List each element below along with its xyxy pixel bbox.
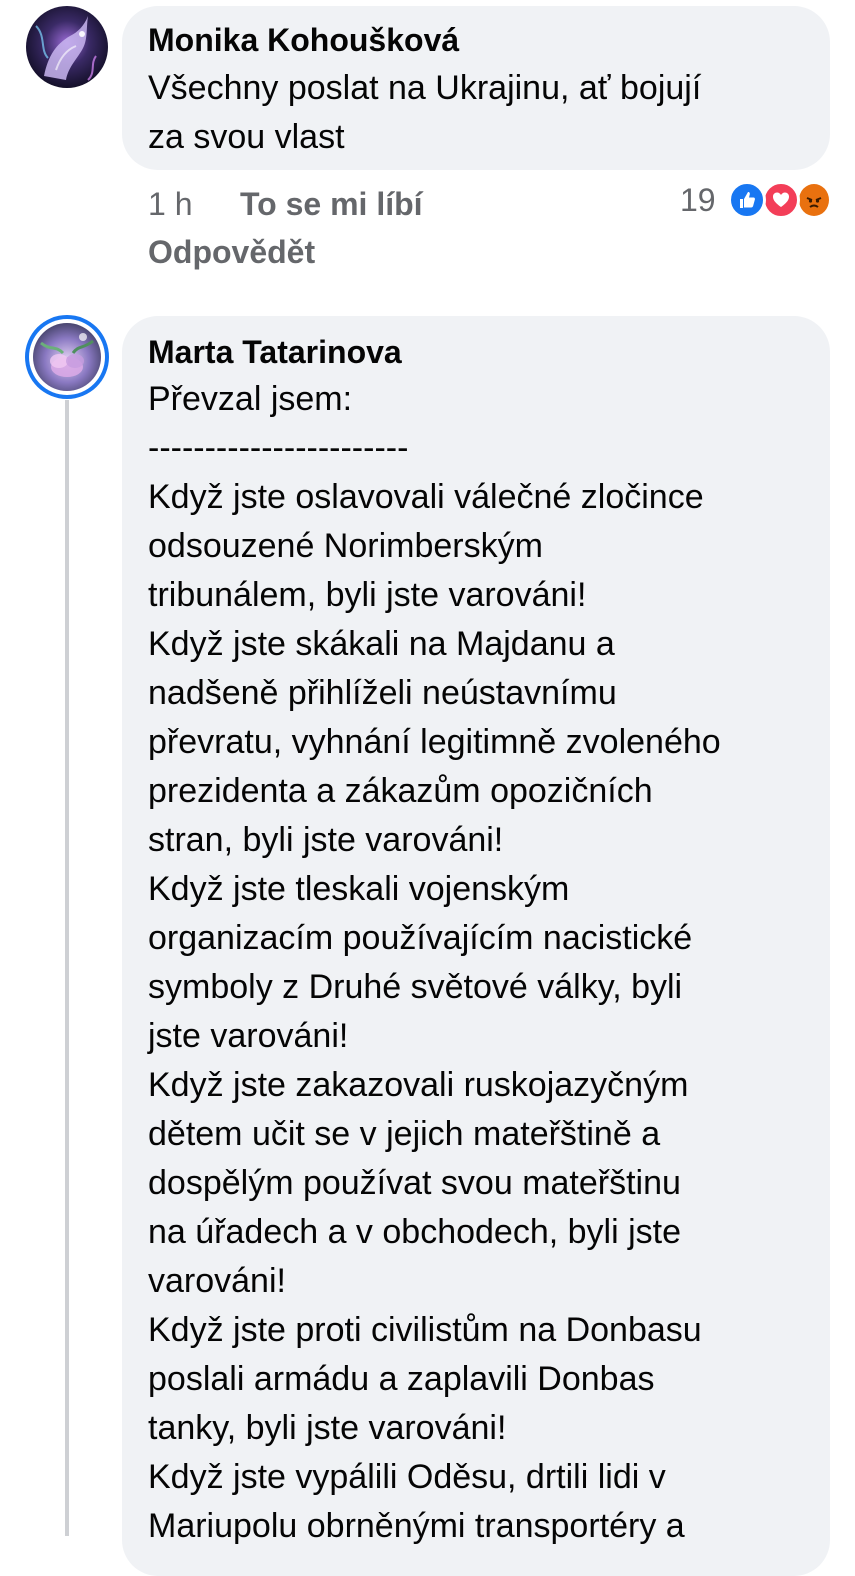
thread-connector — [65, 400, 69, 1536]
love-icon[interactable] — [762, 181, 800, 219]
profile-picture-flower — [33, 323, 101, 391]
reaction-count[interactable]: 19 — [680, 180, 716, 220]
avatar[interactable] — [26, 6, 108, 88]
comment-text: Převzal jsem: ----------------------- Kd… — [148, 380, 721, 1545]
like-button[interactable]: To se mi líbí — [240, 184, 423, 224]
reply-button[interactable]: Odpovědět — [148, 232, 315, 272]
avatar[interactable] — [25, 315, 109, 399]
like-icon[interactable] — [728, 181, 766, 219]
comment-bubble: Monika Kohoušková Všechny poslat na Ukra… — [122, 6, 830, 170]
profile-picture-unicorn — [26, 6, 108, 88]
comment-timestamp[interactable]: 1 h — [148, 184, 192, 224]
angry-icon[interactable] — [796, 181, 832, 219]
comment-bubble: Marta Tatarinova Převzal jsem: ---------… — [122, 316, 830, 1576]
comment-author[interactable]: Marta Tatarinova — [148, 332, 402, 372]
comment-text: Všechny poslat na Ukrajinu, ať bojují za… — [148, 69, 702, 156]
comment-author[interactable]: Monika Kohoušková — [148, 20, 459, 60]
